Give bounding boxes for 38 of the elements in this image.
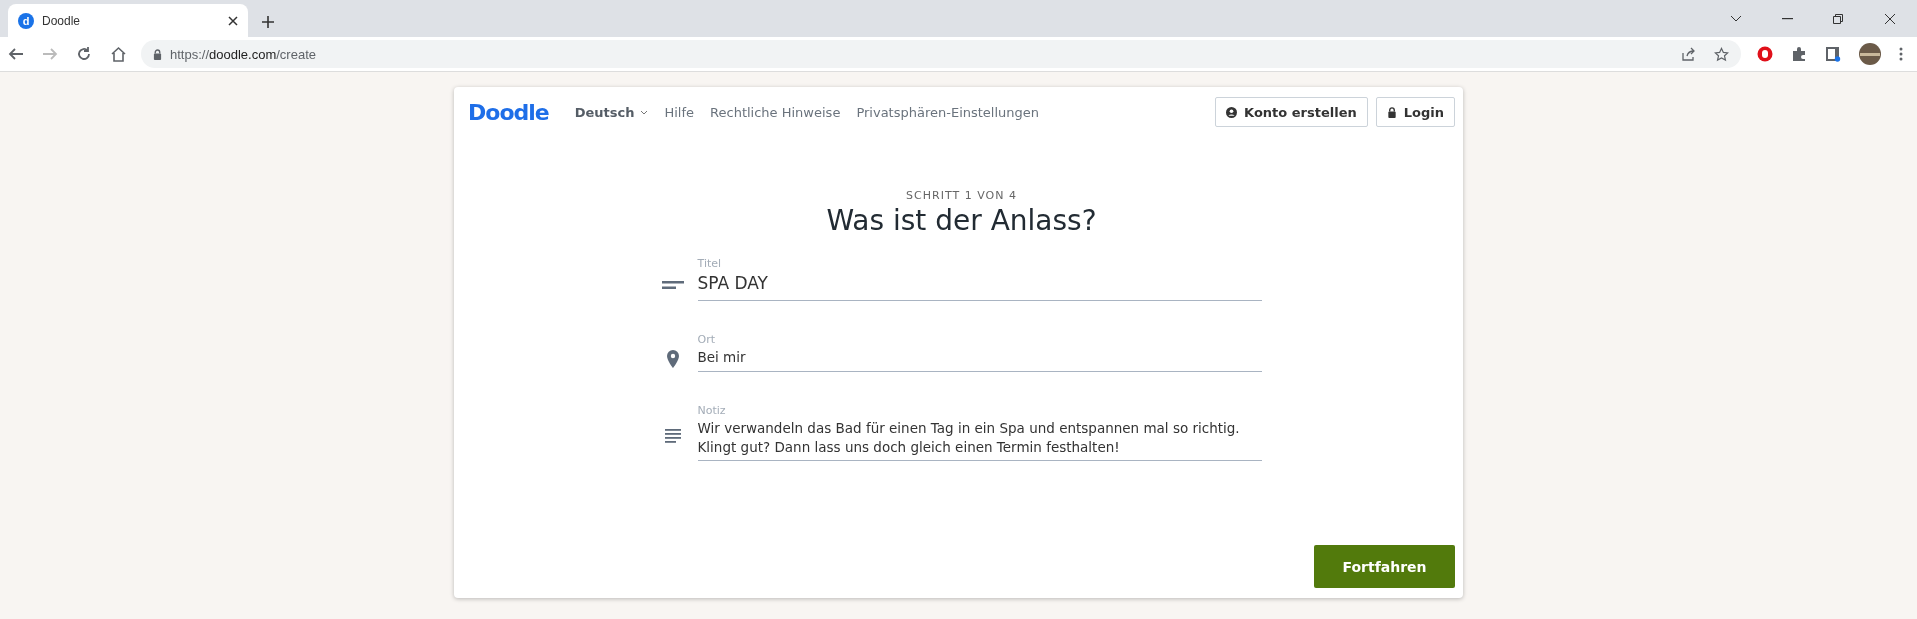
chevron-down-icon[interactable] [1730, 15, 1742, 23]
browser-tab[interactable]: d Doodle [8, 4, 248, 37]
extension-icon[interactable] [1825, 46, 1841, 62]
lock-icon [153, 48, 162, 60]
share-icon[interactable] [1681, 47, 1696, 61]
title-field[interactable]: Titel SPA DAY [697, 257, 1262, 301]
page-heading: Was ist der Anlass? [825, 204, 1098, 237]
continue-button[interactable]: Fortfahren [1314, 545, 1455, 588]
nav-link[interactable]: Hilfe [664, 104, 695, 120]
step-indicator: SCHRITT 1 VON 4 [905, 189, 1018, 202]
lock-icon [1386, 106, 1397, 118]
minimize-icon[interactable] [1782, 18, 1793, 20]
new-tab-icon[interactable] [262, 16, 274, 28]
more-icon[interactable] [1899, 47, 1903, 61]
restore-icon[interactable] [1833, 14, 1843, 24]
favicon: d [18, 12, 34, 29]
location-field[interactable]: Ort Bei mir [697, 332, 1262, 372]
login-button[interactable]: Login [1375, 97, 1455, 127]
close-icon[interactable] [1885, 14, 1895, 24]
create-account-button[interactable]: Konto erstellen [1215, 97, 1368, 127]
language-dropdown[interactable]: Deutsch [574, 104, 649, 120]
user-icon [1226, 106, 1238, 118]
puzzle-icon[interactable] [1791, 46, 1807, 62]
home-icon[interactable] [110, 46, 127, 62]
nav-link[interactable]: Privatsphären-Einstellungen [856, 104, 1040, 120]
url-text: https://doodle.com/create [170, 46, 316, 62]
short-text-icon [661, 280, 684, 289]
nav-link[interactable]: Rechtliche Hinweise [710, 104, 841, 120]
close-icon[interactable] [228, 15, 238, 26]
note-field[interactable]: Notiz Wir verwandeln das Bad für einen Tag in ein Spa und entspannen mal so richtig. Klingt gut? Dann lass uns doch gleich einen Termin festhalten! [697, 403, 1262, 462]
avatar-icon[interactable] [1859, 43, 1881, 65]
tab-title: Doodle [42, 13, 81, 28]
back-icon[interactable] [8, 46, 24, 62]
doodle-logo[interactable]: Doodle [468, 99, 549, 125]
address-bar[interactable]: https://doodle.com/create [141, 40, 1741, 68]
star-icon[interactable] [1714, 46, 1729, 62]
reload-icon[interactable] [76, 46, 92, 62]
chevron-down-icon [640, 109, 649, 115]
